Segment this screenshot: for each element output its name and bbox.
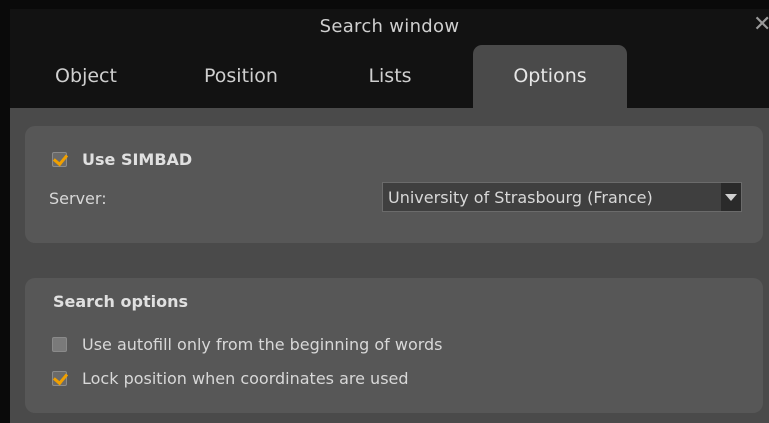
search-options-heading: Search options: [53, 292, 188, 311]
use-simbad-checkbox[interactable]: [52, 152, 67, 167]
tab-bar: Object Position Lists Options: [10, 45, 769, 108]
search-window: Search window ✕ Object Position Lists Op…: [10, 9, 769, 423]
window-title: Search window: [319, 16, 460, 37]
autofill-checkbox[interactable]: [52, 337, 67, 352]
server-select-value: University of Strasbourg (France): [388, 188, 653, 207]
server-select[interactable]: University of Strasbourg (France): [382, 182, 742, 212]
close-icon[interactable]: ✕: [753, 13, 769, 37]
lock-position-label[interactable]: Lock position when coordinates are used: [82, 369, 409, 388]
use-simbad-label[interactable]: Use SIMBAD: [82, 150, 192, 169]
chevron-down-icon[interactable]: [721, 183, 741, 211]
title-bar[interactable]: Search window ✕: [10, 9, 769, 47]
lock-position-checkbox[interactable]: [52, 371, 67, 386]
tab-object[interactable]: Object: [32, 45, 140, 108]
tab-position[interactable]: Position: [182, 45, 300, 108]
server-label: Server:: [49, 189, 107, 208]
simbad-panel: Use SIMBAD Server: University of Strasbo…: [25, 126, 763, 243]
autofill-label[interactable]: Use autofill only from the beginning of …: [82, 335, 443, 354]
tab-options[interactable]: Options: [473, 45, 627, 108]
search-options-panel: Search options Use autofill only from th…: [25, 278, 763, 413]
tab-lists[interactable]: Lists: [350, 45, 430, 108]
